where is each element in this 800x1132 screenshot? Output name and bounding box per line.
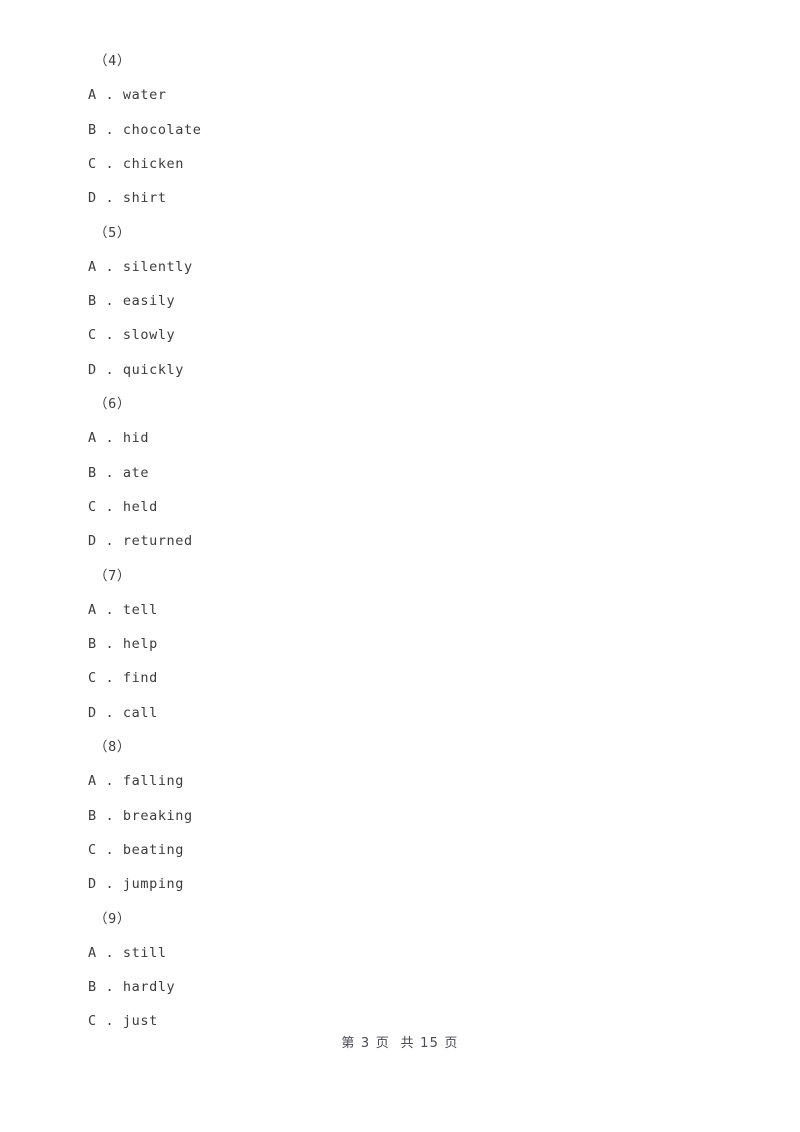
answer-option[interactable]: A . hid [88, 421, 149, 455]
answer-option[interactable]: B . ate [88, 456, 149, 490]
answer-option[interactable]: C . find [88, 661, 158, 695]
question-number: （5） [94, 224, 131, 241]
answer-option[interactable]: D . returned [88, 524, 193, 558]
answer-option[interactable]: C . slowly [88, 318, 175, 352]
answer-option[interactable]: A . falling [88, 764, 184, 798]
answer-option[interactable]: B . hardly [88, 970, 175, 1004]
answer-option[interactable]: A . still [88, 936, 167, 970]
answer-option[interactable]: D . jumping [88, 867, 184, 901]
answer-option[interactable]: A . water [88, 78, 167, 112]
answer-option[interactable]: B . chocolate [88, 113, 201, 147]
document-page: （4） A . water B . chocolate C . chicken D . … [0, 0, 800, 1132]
answer-option[interactable]: D . quickly [88, 353, 184, 387]
question-number: （6） [94, 396, 131, 412]
answer-option[interactable]: C . chicken [88, 147, 184, 181]
question-number: （9） [94, 910, 131, 927]
question-number: （4） [94, 53, 131, 69]
answer-option[interactable]: A . tell [88, 593, 158, 627]
question-number: （7） [94, 567, 131, 584]
question-number: （8） [94, 739, 131, 755]
answer-option[interactable]: B . help [88, 627, 158, 661]
answer-option[interactable]: C . beating [88, 833, 184, 867]
page-footer: 第 3 页 共 15 页 [341, 1036, 459, 1051]
answer-option[interactable]: D . call [88, 696, 158, 730]
answer-option[interactable]: C . held [88, 490, 158, 524]
answer-option[interactable]: B . easily [88, 284, 175, 318]
answer-option[interactable]: D . shirt [88, 181, 167, 215]
answer-option[interactable]: A . silently [88, 250, 193, 284]
answer-option[interactable]: B . breaking [88, 799, 193, 833]
